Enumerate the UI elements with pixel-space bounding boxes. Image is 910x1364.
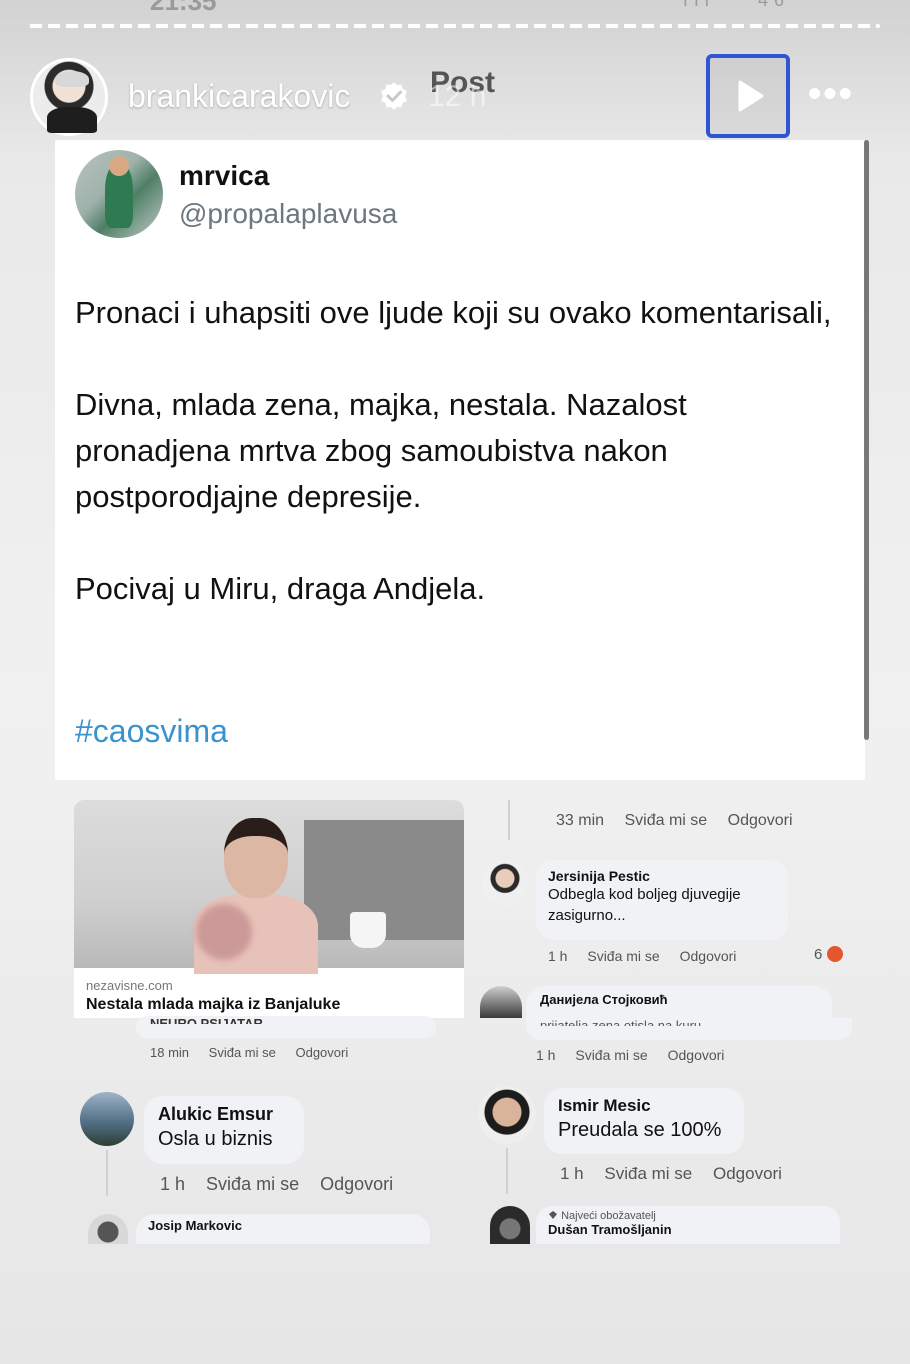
scrollbar[interactable] xyxy=(864,140,869,740)
hashtag-link[interactable]: #caosvima xyxy=(75,713,228,750)
like-link[interactable]: Sviđa mi se xyxy=(209,1045,276,1060)
avatar-head xyxy=(109,156,129,176)
tweet-paragraph: Divna, mlada zena, majka, nestala. Nazal… xyxy=(75,387,687,514)
comment-meta: 1 h Sviđa mi se Odgovori xyxy=(560,1164,798,1184)
comment-text: Osla u biznis xyxy=(158,1128,273,1150)
play-button[interactable] xyxy=(706,54,790,138)
diamond-icon xyxy=(549,1211,557,1219)
comment-name-cut: NEURO PSIJATAR xyxy=(150,1016,263,1024)
news-photo xyxy=(74,800,464,974)
thread-line xyxy=(106,1150,108,1196)
commenter-name[interactable]: Данијела Стојковић xyxy=(540,992,818,1007)
commenter-avatar[interactable] xyxy=(480,986,522,1018)
comment-time: 18 min xyxy=(150,1045,190,1060)
avatar[interactable] xyxy=(30,58,108,136)
reply-link[interactable]: Odgovori xyxy=(320,1174,393,1194)
tweet-paragraph: Pronaci i uhapsiti ove ljude koji su ova… xyxy=(75,295,832,330)
news-source: nezavisne.com xyxy=(86,978,173,993)
status-time: 21:35 xyxy=(150,0,217,14)
comment-meta: 33 min Sviđa mi se Odgovori xyxy=(556,812,809,830)
comment-text: Preudala se 100% xyxy=(558,1119,722,1141)
comment-bubble-cut: Данијела Стојковић xyxy=(526,986,832,1018)
comment-time: 1 h xyxy=(160,1174,186,1194)
tweet-card: mrvica @propalaplavusa Pronaci i uhapsit… xyxy=(55,140,869,780)
story-progress-bar xyxy=(30,24,880,28)
verified-badge-icon xyxy=(381,82,407,110)
comment-meta: 1 h Sviđa mi se Odgovori xyxy=(160,1174,409,1195)
tweet-paragraph: Pocivaj u Miru, draga Andjela. xyxy=(75,571,486,606)
comment-time: 1 h xyxy=(560,1164,584,1183)
story-time-ago: 12 h xyxy=(428,80,487,113)
status-bar: 21:35 ııl ⌃ 46 xyxy=(0,0,910,14)
comments-collage: nezavisne.com Nestala mlada majka iz Ban… xyxy=(70,790,860,1250)
more-options-button[interactable]: ••• xyxy=(808,74,854,114)
commenter-avatar[interactable] xyxy=(478,1086,536,1144)
story-progress-fill xyxy=(30,24,642,28)
top-fan-badge: Najveći obožavatelj xyxy=(548,1210,828,1222)
story-header: brankicarakovic Post 12 h ••• xyxy=(30,54,880,138)
reaction-count-value: 6 xyxy=(814,946,823,963)
angry-reaction-icon xyxy=(826,946,843,962)
tweet-author-name[interactable]: mrvica xyxy=(179,160,269,192)
commenter-name[interactable]: Ismir Mesic xyxy=(558,1096,730,1116)
tweet-author-avatar[interactable] xyxy=(75,150,163,238)
comment-bubble: Alukic Emsur Osla u biznis xyxy=(144,1096,304,1164)
comment-bubble: Jersinija Pestic Odbegla kod boljeg djuv… xyxy=(536,860,788,940)
tweet-body: Pronaci i uhapsiti ove ljude koji su ova… xyxy=(75,290,835,658)
reply-link[interactable]: Odgovori xyxy=(680,948,737,964)
news-link-card[interactable]: nezavisne.com Nestala mlada majka iz Ban… xyxy=(74,800,464,1018)
comment-text-cut: prijateljа zena otisla na kuru xyxy=(540,1018,702,1026)
comment-bubble-cut: prijateljа zena otisla na kuru xyxy=(526,1018,852,1040)
commenter-name[interactable]: Jersinija Pestic xyxy=(548,868,776,884)
commenter-avatar[interactable] xyxy=(80,1092,134,1146)
photo-cup xyxy=(350,912,386,948)
comment-meta: 1 h Sviđa mi se Odgovori xyxy=(548,948,752,964)
like-link[interactable]: Sviđa mi se xyxy=(604,1164,692,1183)
avatar-hair xyxy=(55,71,89,87)
like-link[interactable]: Sviđa mi se xyxy=(206,1174,299,1194)
story-username[interactable]: brankicarakovic xyxy=(128,78,350,115)
reply-link[interactable]: Odgovori xyxy=(728,812,793,829)
status-icons: ııl ⌃ 46 xyxy=(682,0,790,10)
comment-bubble: Ismir Mesic Preudala se 100% xyxy=(544,1088,744,1154)
like-link[interactable]: Sviđa mi se xyxy=(624,812,707,829)
comment-time: 1 h xyxy=(536,1047,556,1063)
reply-link[interactable]: Odgovori xyxy=(295,1045,348,1060)
like-link[interactable]: Sviđa mi se xyxy=(575,1047,647,1063)
thread-line xyxy=(506,1148,508,1194)
commenter-name[interactable]: Dušan Tramošljanin xyxy=(548,1222,828,1237)
comment-bubble-cut: Najveći obožavatelj Dušan Tramošljanin xyxy=(536,1206,840,1244)
play-icon xyxy=(738,80,764,112)
commenter-name[interactable]: Josip Markovic xyxy=(148,1218,418,1233)
commenter-name[interactable]: Alukic Emsur xyxy=(158,1104,290,1125)
reaction-count[interactable]: 6 xyxy=(814,946,843,963)
commenter-avatar[interactable] xyxy=(482,860,528,906)
photo-head xyxy=(224,818,288,898)
comment-bubble-cut: Josip Markovic xyxy=(136,1214,430,1244)
tweet-author-handle[interactable]: @propalaplavusa xyxy=(179,198,397,230)
news-title[interactable]: Nestala mlada majka iz Banjaluke xyxy=(86,996,340,1014)
photo-baby-blurred xyxy=(196,904,252,960)
comment-bubble-cut: NEURO PSIJATAR xyxy=(136,1016,436,1038)
comment-meta: 18 min Sviđa mi se Odgovori xyxy=(150,1045,364,1060)
comment-time: 33 min xyxy=(556,812,605,829)
reply-link[interactable]: Odgovori xyxy=(713,1164,782,1183)
top-fan-label: Najveći obožavatelj xyxy=(561,1210,656,1222)
comment-text: Odbegla kod boljeg djuvegije zasigurno..… xyxy=(548,886,741,924)
like-link[interactable]: Sviđa mi se xyxy=(587,948,659,964)
avatar-body xyxy=(47,107,97,133)
thread-line xyxy=(508,800,510,840)
reply-link[interactable]: Odgovori xyxy=(668,1047,725,1063)
comment-meta: 1 h Sviđa mi se Odgovori xyxy=(536,1047,740,1063)
commenter-avatar[interactable] xyxy=(88,1214,128,1244)
comment-time: 1 h xyxy=(548,948,568,964)
commenter-avatar[interactable] xyxy=(490,1206,530,1244)
